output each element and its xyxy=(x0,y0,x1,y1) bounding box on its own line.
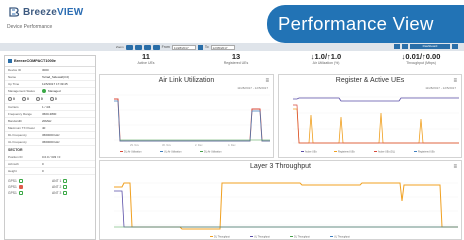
svg-text:Registered UEs: Registered UEs xyxy=(338,151,356,154)
alarm-count-minor[interactable]: 0 xyxy=(35,97,43,101)
device-row: Name Telrad_Sidewall(3.0) xyxy=(5,74,95,81)
legend: DL Throughput UL Throughput DL Throughpu… xyxy=(210,236,350,239)
air-link-date: 11/28/2017 - 12/5/2017 xyxy=(237,86,268,90)
summary-stats: 11 Active UEs 13 Registered UEs ↓1.0/↑1.0 A… xyxy=(96,52,464,74)
antenna-status-icon xyxy=(63,191,68,195)
layer3-title: Layer 3 Throughput xyxy=(250,163,311,170)
expand-icon[interactable] xyxy=(452,44,458,49)
device-row: Management Status Managed xyxy=(5,88,95,95)
layer3-menu-icon[interactable]: ≡ xyxy=(453,164,457,170)
gps-status-icon xyxy=(18,179,23,183)
date-toolbar: Zoom From 11/28/2017 To 12/05/2017 xyxy=(116,43,235,51)
air-link-title: Air Link Utilization xyxy=(158,77,215,84)
device-row: Device ID 3000 xyxy=(5,67,95,74)
gps-status-icon xyxy=(18,191,23,195)
svg-text:Active UEs (DL): Active UEs (DL) xyxy=(378,151,395,154)
dl-utilization-line xyxy=(114,98,270,142)
ul-throughput-line xyxy=(114,190,458,228)
to-date-input[interactable]: 12/05/2017 xyxy=(210,44,235,50)
calendar-icon[interactable] xyxy=(197,44,203,50)
sector-row: Azimuth 0 xyxy=(5,161,95,168)
alarm-count-critical[interactable]: 0 xyxy=(8,97,15,101)
svg-text:UL Throughput: UL Throughput xyxy=(334,236,350,239)
layer3-card: DL Throughput UL Throughput DL Throughpu… xyxy=(99,160,462,240)
active-ues-line xyxy=(293,108,459,144)
svg-text:DL Air Utilization: DL Air Utilization xyxy=(204,151,222,154)
register-active-menu-icon[interactable]: ≡ xyxy=(453,78,457,84)
svg-text:DL Throughput: DL Throughput xyxy=(214,236,230,239)
svg-text:4. Dec: 4. Dec xyxy=(228,143,236,147)
alarm-counts: 0 0 0 0 xyxy=(5,95,95,104)
ul-utilization-line xyxy=(114,100,270,142)
alarm-count-warning[interactable]: 0 xyxy=(49,97,57,101)
air-link-menu-icon[interactable]: ≡ xyxy=(265,78,269,84)
page-subtitle: Device Performance xyxy=(7,24,53,30)
gps-alert-icon xyxy=(18,185,23,189)
zoom-1m-button[interactable] xyxy=(143,44,151,50)
zoom-label: Zoom xyxy=(116,45,124,49)
device-icon xyxy=(8,59,12,63)
from-date-input[interactable]: 11/28/2017 xyxy=(171,44,196,50)
sector-row: Position ID 0.0.0 / 333 / 0 xyxy=(5,154,95,161)
air-link-card: 29. Nov 30. Nov 2. Dec 4. Dec DL Air Utiliz… xyxy=(99,74,274,158)
registered-ues-line xyxy=(293,97,459,102)
layer3-chart: DL Throughput UL Throughput DL Throughpu… xyxy=(114,182,458,239)
svg-text:UL Air Utilization: UL Air Utilization xyxy=(164,151,182,154)
dashboard-button[interactable]: Dashboard xyxy=(410,44,450,49)
dl-ues-line xyxy=(293,104,459,144)
svg-text:2. Dec: 2. Dec xyxy=(195,143,203,147)
detail-row: Frequency Range 3600-3800 xyxy=(5,111,95,118)
detail-row: Maximum TX Power 40 xyxy=(5,125,95,132)
sector-row: Height 0 xyxy=(5,168,95,175)
legend: Active UEs Registered UEs Active UEs (DL… xyxy=(301,151,436,154)
registered-ues-stat: 13 Registered UEs xyxy=(223,52,249,65)
air-utilization-stat: ↓1.0/↑1.0 Air Utilization (%) xyxy=(310,52,342,65)
detail-row: Carriers 1 / 4/4 xyxy=(5,104,95,111)
refresh-icon[interactable] xyxy=(394,44,400,49)
throughput-stat: ↓0.01/↑0.00 Throughput (Mbps) xyxy=(401,52,441,65)
detail-row: Bandwidth 20MHz xyxy=(5,118,95,125)
alarm-count-major[interactable]: 0 xyxy=(21,97,29,101)
settings-icon[interactable] xyxy=(402,44,408,49)
device-panel: BreezeCOMPACT1000e Device ID 3000 Name Tel… xyxy=(4,55,96,240)
antenna-status-icon xyxy=(63,179,68,183)
svg-text:UL Throughput: UL Throughput xyxy=(254,236,270,239)
x-axis-ticks: 29. Nov 30. Nov 2. Dec 4. Dec xyxy=(130,143,236,147)
detail-row: UL Frequency 3660000 kHz xyxy=(5,139,95,146)
detail-row: DL Frequency 3660000 kHz xyxy=(5,132,95,139)
brand-name: BreezeVIEW xyxy=(23,6,84,18)
antenna-status-icon xyxy=(63,185,68,189)
device-row: Up Time 11/5/2017 17:39:45 xyxy=(5,81,95,88)
right-toolbar: Dashboard xyxy=(394,44,458,49)
performance-page: BreezeVIEW Device Performance Performanc… xyxy=(0,0,464,240)
device-header: BreezeCOMPACT1000e xyxy=(5,56,95,67)
zoom-1w-button[interactable] xyxy=(134,44,142,50)
svg-text:30. Nov: 30. Nov xyxy=(162,143,172,147)
active-ues-stat: 11 Active UEs xyxy=(137,52,155,65)
legend: DL Air Utilization UL Air Utilization DL… xyxy=(120,151,222,154)
performance-view-banner: Performance View xyxy=(267,5,464,43)
register-active-card: Active UEs Registered UEs Active UEs (DL… xyxy=(278,74,462,158)
dl-throughput-line xyxy=(114,182,458,230)
register-active-date: 11/28/2017 - 12/5/2017 xyxy=(425,86,456,90)
svg-text:DL Air Utilization: DL Air Utilization xyxy=(124,151,142,154)
svg-text:29. Nov: 29. Nov xyxy=(130,143,140,147)
svg-text:Registered UEs: Registered UEs xyxy=(418,151,436,154)
antenna-row: GPS1 ANT 3 xyxy=(5,190,95,196)
sector-title: SECTOR xyxy=(8,148,23,152)
to-label: To xyxy=(204,45,209,49)
breeze-logo-icon xyxy=(9,7,20,17)
svg-text:Active UEs: Active UEs xyxy=(305,151,317,154)
svg-text:DL Throughput: DL Throughput xyxy=(294,236,310,239)
register-active-title: Register & Active UEs xyxy=(335,77,405,84)
from-label: From xyxy=(161,45,170,49)
status-ok-icon xyxy=(42,89,46,94)
zoom-all-button[interactable] xyxy=(152,44,160,50)
brand-logo: BreezeVIEW xyxy=(8,6,83,18)
zoom-1d-button[interactable] xyxy=(125,44,133,50)
device-name: BreezeCOMPACT1000e xyxy=(14,59,56,63)
